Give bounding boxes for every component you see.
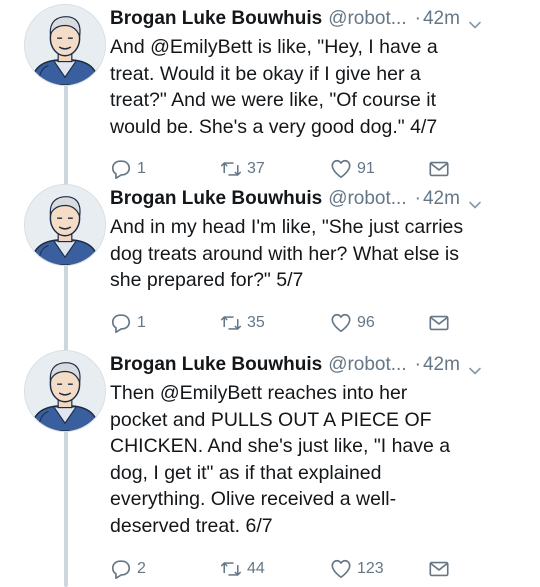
avatar[interactable] [24, 184, 106, 266]
tweet-text-segment: dog treats around with her? What else is [110, 242, 460, 265]
separator-dot: · [414, 8, 421, 29]
like-count: 91 [357, 160, 375, 178]
tweet-text-segment: treat. Would it be okay if I give her a [110, 62, 421, 85]
thread-line [64, 84, 68, 186]
separator-dot: · [414, 188, 421, 209]
like-count: 96 [357, 313, 375, 331]
tweet-text-line: treat?" And we were like, "Of course it [110, 87, 526, 114]
envelope-icon [428, 312, 450, 334]
tweet-text-line: everything. Olive received a well- [110, 486, 526, 513]
envelope-icon [428, 158, 450, 180]
retweet-button[interactable]: 35 [220, 310, 265, 336]
tweet-text-line: treat. Would it be okay if I give her a [110, 61, 526, 88]
author-handle[interactable]: @robot... [328, 350, 406, 380]
reply-count: 1 [137, 160, 146, 178]
heart-icon [330, 158, 352, 180]
tweet-actions: 1 35 96 [110, 310, 530, 336]
tweet-text-segment: pocket and PULLS OUT A PIECE OF [110, 408, 432, 431]
retweet-icon [220, 312, 242, 334]
tweet-text-line: dog, I get it" as if that explained [110, 460, 526, 487]
tweet-text-line: deserved treat. 6/7 [110, 513, 526, 540]
tweet-header: Brogan Luke Bouwhuis @robot... · 42m [110, 350, 526, 380]
author-name[interactable]: Brogan Luke Bouwhuis [110, 4, 322, 34]
tweet-text-segment: dog, I get it" as if that explained [110, 461, 382, 484]
chevron-down-icon[interactable] [468, 12, 482, 29]
reply-icon [110, 312, 132, 334]
tweet-text-segment: CHICKEN. And she's just like, "I have a [110, 435, 451, 458]
tweet-text-segment: treat?" And we were like, "Of course it [110, 89, 436, 112]
direct-message-button[interactable] [428, 556, 450, 582]
like-count: 123 [357, 559, 384, 577]
tweet-text-segment: would be. She's a very good dog." 4/7 [110, 115, 438, 138]
separator-dot: · [414, 354, 421, 375]
retweet-icon [220, 158, 242, 180]
reply-count: 2 [137, 559, 146, 577]
tweet-text-line: And @EmilyBett is like, "Hey, I have a [110, 34, 526, 61]
tweet-text: And in my head I'm like, "She just carri… [110, 214, 526, 294]
like-button[interactable]: 91 [330, 156, 375, 182]
tweet-text-segment: is like, "Hey, I have a [252, 36, 438, 58]
author-name[interactable]: Brogan Luke Bouwhuis [110, 350, 322, 380]
tweet-content: Brogan Luke Bouwhuis @robot... · 42m The… [110, 350, 526, 540]
tweet-text-line: dog treats around with her? What else is [110, 241, 526, 268]
like-button[interactable]: 96 [330, 310, 375, 336]
envelope-icon [428, 558, 450, 580]
author-handle[interactable]: @robot... [328, 4, 406, 34]
tweet-header: Brogan Luke Bouwhuis @robot... · 42m [110, 184, 526, 214]
tweet-text: And @EmilyBett is like, "Hey, I have a tr… [110, 34, 526, 140]
retweet-count: 35 [247, 313, 265, 331]
tweet-text-segment: reaches into her [262, 382, 408, 404]
direct-message-button[interactable] [428, 310, 450, 336]
chevron-down-icon[interactable] [468, 192, 482, 209]
mention-link[interactable]: @EmilyBett [150, 36, 252, 58]
tweet-text-line: Then @EmilyBett reaches into her [110, 380, 526, 407]
tweet-text-segment: Then [110, 382, 160, 404]
tweet-text-line: CHICKEN. And she's just like, "I have a [110, 433, 526, 460]
like-button[interactable]: 123 [330, 556, 384, 582]
tweet-actions: 1 37 91 [110, 156, 530, 182]
tweet-text: Then @EmilyBett reaches into her pocket a… [110, 380, 526, 540]
reply-icon [110, 158, 132, 180]
tweet-content: Brogan Luke Bouwhuis @robot... · 42m And… [110, 184, 526, 294]
tweet-text-line: And in my head I'm like, "She just carri… [110, 214, 526, 241]
retweet-icon [220, 558, 242, 580]
tweet-text-segment: And in my head I'm like, "She just carri… [110, 216, 464, 238]
reply-button[interactable]: 2 [110, 556, 146, 582]
timestamp[interactable]: 42m [423, 350, 460, 380]
timestamp[interactable]: 42m [423, 4, 460, 34]
retweet-button[interactable]: 44 [220, 556, 265, 582]
avatar[interactable] [24, 4, 106, 86]
retweet-count: 44 [247, 559, 265, 577]
tweet-text-segment: And [110, 36, 151, 58]
reply-button[interactable]: 1 [110, 310, 146, 336]
direct-message-button[interactable] [428, 156, 450, 182]
reply-button[interactable]: 1 [110, 156, 146, 182]
timestamp[interactable]: 42m [423, 184, 460, 214]
tweet-content: Brogan Luke Bouwhuis @robot... · 42m And… [110, 4, 526, 140]
thread-line [64, 430, 68, 587]
tweet-text-segment: deserved treat. 6/7 [110, 514, 273, 537]
chevron-down-icon[interactable] [468, 358, 482, 375]
tweet-text-line: would be. She's a very good dog." 4/7 [110, 114, 526, 141]
reply-icon [110, 558, 132, 580]
retweet-button[interactable]: 37 [220, 156, 265, 182]
tweet-text-segment: she prepared for?" 5/7 [110, 269, 304, 292]
author-handle[interactable]: @robot... [328, 184, 406, 214]
tweet-actions: 2 44 123 [110, 556, 530, 582]
author-name[interactable]: Brogan Luke Bouwhuis [110, 184, 322, 214]
tweet-text-segment: everything. Olive received a well- [110, 488, 397, 511]
retweet-count: 37 [247, 160, 265, 178]
tweet-text-line: she prepared for?" 5/7 [110, 267, 526, 294]
tweet-text-line: pocket and PULLS OUT A PIECE OF [110, 407, 526, 434]
thread-line [64, 264, 68, 352]
reply-count: 1 [137, 313, 146, 331]
tweet-header: Brogan Luke Bouwhuis @robot... · 42m [110, 4, 526, 34]
heart-icon [330, 312, 352, 334]
avatar[interactable] [24, 350, 106, 432]
heart-icon [330, 558, 352, 580]
mention-link[interactable]: @EmilyBett [160, 382, 262, 404]
